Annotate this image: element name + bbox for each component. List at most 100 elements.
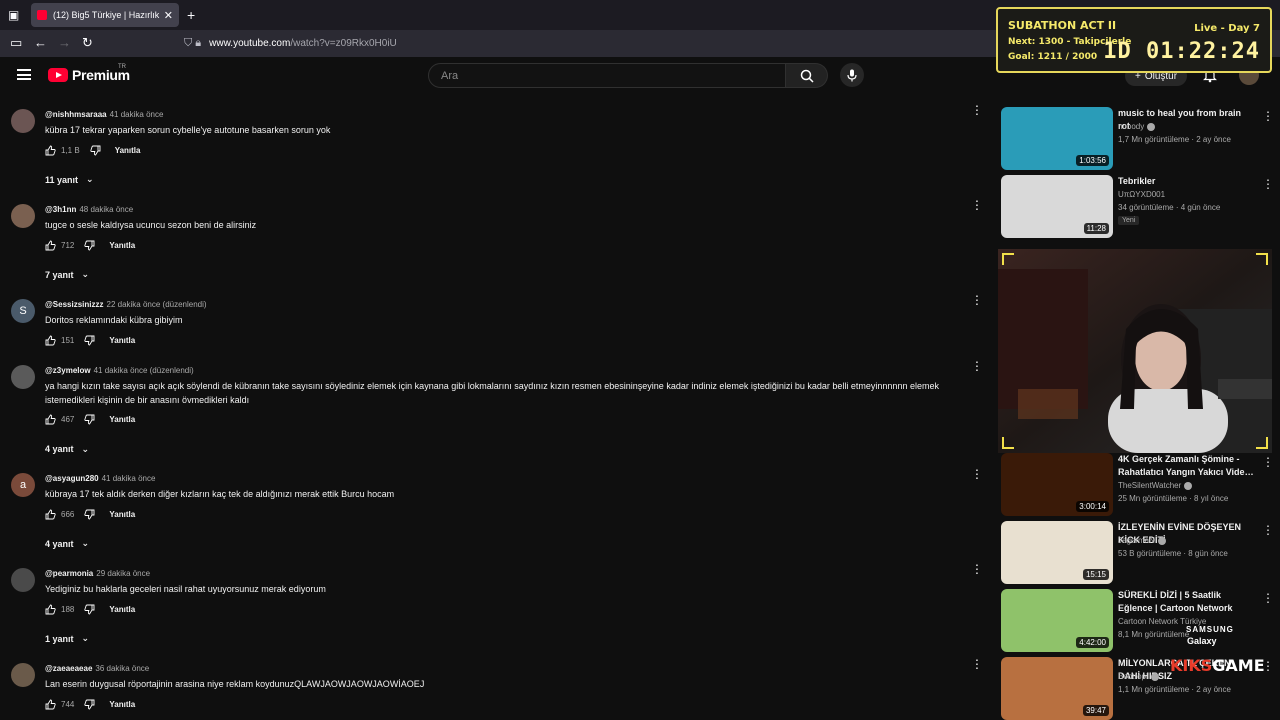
recommended-video[interactable]: 11:28 Tebrikler UπΩYXD001 34 görüntüleme · …: [1000, 175, 1280, 239]
comment-time[interactable]: 36 dakika önce: [95, 664, 149, 673]
comment-meta: @Sessizsinizzz 22 dakika önce (düzenlendi…: [45, 300, 207, 309]
video-thumbnail[interactable]: 15:15: [1001, 521, 1113, 584]
close-tab-icon[interactable]: ✕: [164, 9, 173, 22]
channel-name[interactable]: UπΩYXD001: [1118, 190, 1165, 199]
commenter-avatar[interactable]: [11, 365, 35, 389]
channel-name[interactable]: JagermaN: [1118, 536, 1166, 545]
like-icon[interactable]: [45, 604, 56, 615]
like-icon[interactable]: [45, 509, 56, 520]
forward-icon[interactable]: →: [58, 35, 71, 50]
goal-progress: Goal: 1211 / 2000: [1008, 52, 1098, 62]
search-input[interactable]: Ara: [428, 63, 786, 88]
like-icon[interactable]: [45, 145, 56, 156]
video-thumbnail[interactable]: 3:00:14: [1001, 453, 1113, 516]
comment-time[interactable]: 48 dakika önce: [79, 205, 133, 214]
reply-button[interactable]: Yanıtla: [115, 146, 141, 155]
reply-button[interactable]: Yanıtla: [109, 605, 135, 614]
comment-more-icon[interactable]: · · ·: [974, 354, 980, 376]
comment-time[interactable]: 29 dakika önce: [96, 569, 150, 578]
comment-more-icon[interactable]: · · ·: [974, 193, 980, 215]
video-more-icon[interactable]: ⋮: [1262, 523, 1274, 537]
recommended-video[interactable]: 3:00:14 4K Gerçek Zamanlı Şömine - Rahatl…: [1000, 453, 1280, 517]
commenter-avatar[interactable]: [11, 568, 35, 592]
comment-more-icon[interactable]: · · ·: [974, 462, 980, 484]
show-replies-button[interactable]: 4 yanıt ⌄: [45, 444, 89, 455]
show-replies-button[interactable]: 4 yanıt ⌄: [45, 538, 89, 549]
reload-icon[interactable]: ↻: [82, 35, 93, 51]
commenter-avatar[interactable]: a: [11, 473, 35, 497]
chevron-down-icon: ⌄: [86, 174, 94, 184]
video-stats: 1,7 Mn görüntüleme · 2 ay önce: [1118, 135, 1231, 144]
comment-author[interactable]: @asyagun280: [45, 474, 99, 483]
video-thumbnail[interactable]: 11:28: [1001, 175, 1113, 238]
recommended-video[interactable]: 1:03:56 music to heal you from brain rot n…: [1000, 107, 1280, 171]
site-security-icon[interactable]: ⛉ 🔒︎: [184, 37, 201, 50]
search-button[interactable]: [786, 63, 828, 88]
like-icon[interactable]: [45, 414, 56, 425]
channel-name[interactable]: TheSilentWatcher: [1118, 481, 1193, 490]
comment-author[interactable]: @3h1nn: [45, 205, 76, 214]
avatar-letter: S: [19, 305, 27, 317]
menu-icon[interactable]: [17, 69, 31, 80]
dislike-icon[interactable]: [90, 145, 101, 156]
dislike-icon[interactable]: [84, 509, 95, 520]
comment-author[interactable]: @zaeaeaeae: [45, 664, 92, 673]
video-thumbnail[interactable]: 4:42:00: [1001, 589, 1113, 652]
reply-button[interactable]: Yanıtla: [109, 700, 135, 709]
comment-more-icon[interactable]: · · ·: [974, 288, 980, 310]
reply-button[interactable]: Yanıtla: [109, 336, 135, 345]
address-bar[interactable]: ⛉ 🔒︎ www.youtube.com/watch?v=z09Rkx0H0iU: [176, 33, 996, 54]
dislike-icon[interactable]: [84, 699, 95, 710]
tab-overview-icon[interactable]: ▣: [8, 8, 19, 22]
comment-more-icon[interactable]: · · ·: [974, 652, 980, 674]
comment-author[interactable]: @pearmonia: [45, 569, 93, 578]
comment-author[interactable]: @z3ymelow: [45, 366, 91, 375]
dislike-icon[interactable]: [84, 335, 95, 346]
comment-author[interactable]: @Sessizsinizzz: [45, 300, 104, 309]
video-more-icon[interactable]: ⋮: [1262, 109, 1274, 123]
video-thumbnail[interactable]: 39:47: [1001, 657, 1113, 720]
voice-search-button[interactable]: [840, 63, 864, 87]
comments-section: @nishhmsaraaa 41 dakika önce kübra 17 tekr…: [0, 95, 995, 720]
video-thumbnail[interactable]: 1:03:56: [1001, 107, 1113, 170]
commenter-avatar[interactable]: [11, 204, 35, 228]
show-replies-button[interactable]: 11 yanıt ⌄: [45, 174, 94, 185]
like-icon[interactable]: [45, 335, 56, 346]
comment-time[interactable]: 41 dakika önce (düzenlendi): [94, 366, 194, 375]
commenter-avatar[interactable]: [11, 109, 35, 133]
commenter-avatar[interactable]: [11, 663, 35, 687]
like-icon[interactable]: [45, 240, 56, 251]
video-title[interactable]: 4K Gerçek Zamanlı Şömine - Rahatlatıcı Y…: [1118, 453, 1254, 479]
video-more-icon[interactable]: ⋮: [1262, 591, 1274, 605]
video-title[interactable]: Tebrikler: [1118, 175, 1254, 188]
browser-tab[interactable]: (12) Big5 Türkiye | Hazırlık Sezo ✕: [31, 3, 179, 27]
like-icon[interactable]: [45, 699, 56, 710]
show-replies-button[interactable]: 1 yanıt ⌄: [45, 633, 89, 644]
dislike-icon[interactable]: [84, 240, 95, 251]
dislike-icon[interactable]: [84, 414, 95, 425]
dislike-icon[interactable]: [84, 604, 95, 615]
sidebar-toggle-icon[interactable]: ▭: [10, 35, 22, 51]
show-replies-button[interactable]: 7 yanıt ⌄: [45, 269, 89, 280]
video-more-icon[interactable]: ⋮: [1262, 455, 1274, 469]
back-icon[interactable]: ←: [34, 35, 47, 50]
reply-button[interactable]: Yanıtla: [109, 415, 135, 424]
commenter-avatar[interactable]: S: [11, 299, 35, 323]
new-tab-icon[interactable]: +: [187, 7, 195, 23]
comment-more-icon[interactable]: · · ·: [974, 557, 980, 579]
like-count: 188: [61, 604, 75, 614]
reply-button[interactable]: Yanıtla: [109, 241, 135, 250]
video-more-icon[interactable]: ⋮: [1262, 177, 1274, 191]
comment-time[interactable]: 41 dakika önce: [102, 474, 156, 483]
comment-author[interactable]: @nishhmsaraaa: [45, 110, 107, 119]
channel-name[interactable]: nobody: [1118, 122, 1156, 131]
video-title[interactable]: SÜREKLİ DİZİ | 5 Saatlik Eğlence | Carto…: [1118, 589, 1254, 615]
comment-actions: 467 Yanıtla: [45, 413, 135, 427]
youtube-logo[interactable]: Premium TR: [48, 64, 130, 83]
comment-time[interactable]: 41 dakika önce: [110, 110, 164, 119]
reply-button[interactable]: Yanıtla: [109, 510, 135, 519]
recommended-video[interactable]: 15:15 İZLEYENİN EVİNE DÖŞEYEN KİCK EDİTİ J…: [1000, 521, 1280, 585]
comment-more-icon[interactable]: · · ·: [974, 98, 980, 120]
comment-actions: 712 Yanıtla: [45, 238, 135, 252]
comment-time[interactable]: 22 dakika önce (düzenlendi): [107, 300, 207, 309]
